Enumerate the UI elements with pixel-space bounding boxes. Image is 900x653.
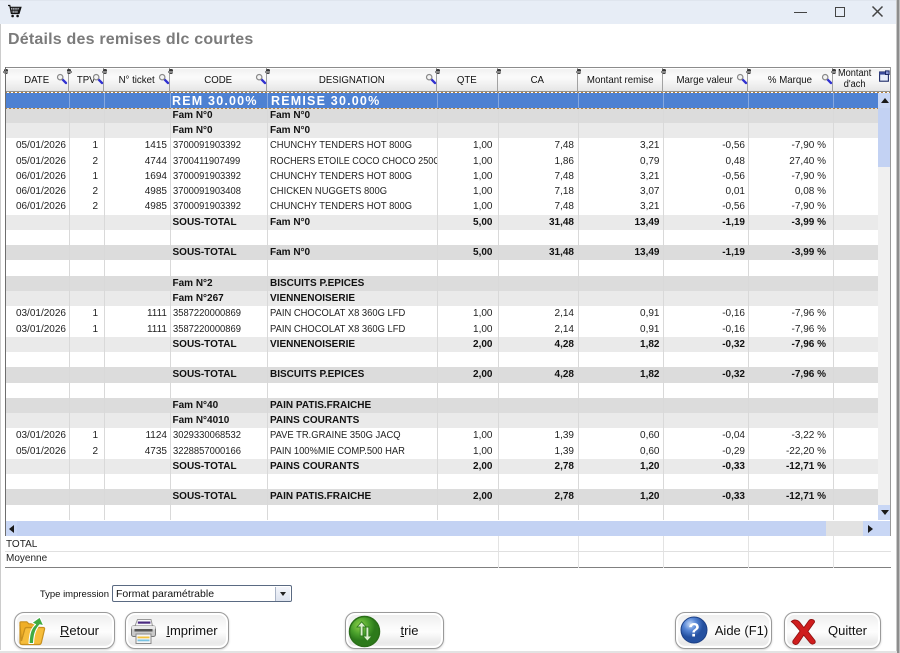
svg-text:?: ? (688, 621, 700, 642)
